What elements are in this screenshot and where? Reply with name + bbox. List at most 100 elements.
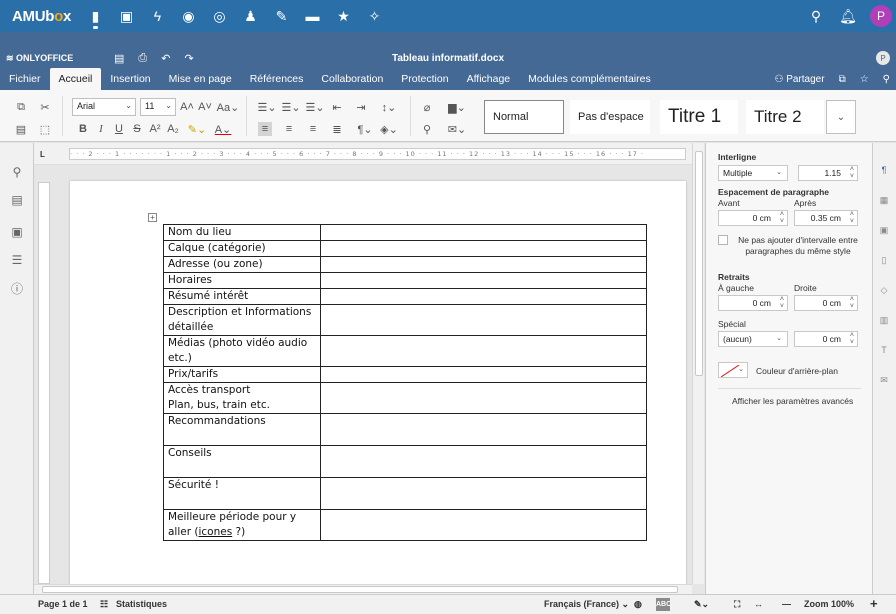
table-cell[interactable] xyxy=(320,335,647,367)
mail-merge-settings-icon[interactable]: ✉ xyxy=(877,373,891,387)
highlight-icon[interactable]: ✎⌄ xyxy=(186,122,208,136)
page-indicator[interactable]: Page 1 de 1 xyxy=(38,599,88,609)
table-cell[interactable] xyxy=(320,224,647,241)
search-doc-icon[interactable]: ⚲ xyxy=(883,74,890,85)
zoom-out-icon[interactable]: — xyxy=(782,599,791,609)
table-cell[interactable]: Nom du lieu xyxy=(163,224,321,241)
favorite-icon[interactable]: ☆ xyxy=(860,74,869,85)
vertical-scrollbar[interactable] xyxy=(692,143,704,584)
search-circle-icon[interactable]: ◎ xyxy=(204,0,235,32)
tab-accueil[interactable]: Accueil xyxy=(49,68,102,90)
table-cell[interactable]: Médias (photo vidéo audio etc.) xyxy=(163,335,321,367)
statistics-button[interactable]: Statistiques xyxy=(116,599,167,609)
tab-fichier[interactable]: Fichier xyxy=(0,68,50,90)
open-location-icon[interactable]: ⧉ xyxy=(839,74,846,85)
scroll-thumb[interactable] xyxy=(695,151,703,376)
increase-font-icon[interactable]: A˄ xyxy=(180,100,194,114)
files-icon[interactable]: ▮ xyxy=(80,0,111,32)
line-spacing-value[interactable]: 1.15 ˄ ˅ xyxy=(798,165,858,181)
image-settings-icon[interactable]: ▣ xyxy=(877,223,891,237)
table-cell[interactable]: Prix/tarifs xyxy=(163,366,321,383)
table-settings-icon[interactable]: ▦ xyxy=(877,193,891,207)
indent-right-field[interactable]: 0 cm ˄ ˅ xyxy=(794,295,858,311)
justify-icon[interactable]: ≣ xyxy=(330,122,344,136)
table-cell[interactable]: Sécurité ! xyxy=(163,477,321,510)
tab-protection[interactable]: Protection xyxy=(392,68,457,90)
tab-references[interactable]: Références xyxy=(241,68,313,90)
table-cell[interactable] xyxy=(320,288,647,305)
bold-icon[interactable]: B xyxy=(76,122,90,136)
comments-icon[interactable]: ▤ xyxy=(8,191,26,209)
table-cell[interactable] xyxy=(320,445,647,478)
style-normal[interactable]: Normal xyxy=(484,100,564,134)
spellcheck-icon[interactable]: ABC xyxy=(656,598,671,611)
underline-icon[interactable]: U xyxy=(112,122,126,136)
track-changes-icon[interactable]: ✎⌄ xyxy=(694,599,709,610)
copy-icon[interactable]: ⧉ xyxy=(14,100,28,114)
table-cell[interactable] xyxy=(320,477,647,510)
undo-icon[interactable]: ↶ xyxy=(161,52,170,65)
globe-icon[interactable]: ◍ xyxy=(634,599,642,610)
style-no-spacing[interactable]: Pas d'espace xyxy=(570,100,650,134)
font-name-select[interactable]: Arial ⌄ xyxy=(72,98,136,116)
tab-collaboration[interactable]: Collaboration xyxy=(312,68,392,90)
tab-insertion[interactable]: Insertion xyxy=(101,68,159,90)
style-title2[interactable]: Titre 2 xyxy=(746,100,824,134)
save-icon[interactable]: ▤ xyxy=(114,52,124,65)
info-icon[interactable]: ⓘ xyxy=(8,279,26,297)
document-page[interactable]: + Nom du lieu Calque (catégorie) Adresse… xyxy=(70,181,686,584)
decrease-indent-icon[interactable]: ⇤ xyxy=(330,100,344,114)
style-title1[interactable]: Titre 1 xyxy=(660,100,738,134)
table-cell[interactable] xyxy=(320,304,647,336)
table-cell[interactable]: Recommandations xyxy=(163,413,321,446)
edit-icon[interactable]: ✎ xyxy=(266,0,297,32)
language-select[interactable]: Français (France) ⌄ xyxy=(544,599,629,610)
line-spacing-icon[interactable]: ↕⌄ xyxy=(378,100,400,114)
table-cell[interactable] xyxy=(320,272,647,289)
cut-icon[interactable]: ✂ xyxy=(38,100,52,114)
table-cell[interactable]: Horaires xyxy=(163,272,321,289)
statistics-icon[interactable]: ☷ xyxy=(100,599,108,610)
horizontal-scrollbar[interactable] xyxy=(34,584,692,594)
paste-icon[interactable]: ▤ xyxy=(14,122,28,136)
scroll-thumb[interactable] xyxy=(42,586,678,593)
star-icon[interactable]: ★ xyxy=(328,0,359,32)
print-icon[interactable]: ⎙ xyxy=(138,52,147,65)
activity-icon[interactable]: ϟ xyxy=(142,0,173,32)
table-cell[interactable] xyxy=(320,366,647,383)
fit-width-icon[interactable]: ↔ xyxy=(754,599,763,609)
indent-left-field[interactable]: 0 cm ˄ ˅ xyxy=(718,295,788,311)
shape-settings-icon[interactable]: ◇ xyxy=(877,283,891,297)
amubox-logo[interactable]: AMUbox xyxy=(0,8,80,25)
table-cell[interactable]: Adresse (ou zone) xyxy=(163,256,321,273)
table-cell[interactable]: Meilleure période pour y aller (icones ?… xyxy=(163,509,321,541)
copy-style-icon[interactable]: ⚲ xyxy=(420,122,434,136)
chart-settings-icon[interactable]: ▥ xyxy=(877,313,891,327)
shading-icon[interactable]: ◈⌄ xyxy=(378,122,400,136)
table-cell[interactable] xyxy=(320,256,647,273)
numbering-icon[interactable]: ☰⌄ xyxy=(280,100,302,114)
bullets-icon[interactable]: ☰⌄ xyxy=(256,100,278,114)
table-cell[interactable]: Description et Informations détaillée xyxy=(163,304,321,336)
paragraph-marks-icon[interactable]: ¶⌄ xyxy=(354,122,376,136)
advanced-settings-link[interactable]: Afficher les paramètres avancés xyxy=(732,396,853,406)
paragraph-settings-icon[interactable]: ¶ xyxy=(877,163,891,177)
subscript-icon[interactable]: A₂ xyxy=(166,122,180,136)
change-case-icon[interactable]: Aa⌄ xyxy=(217,100,240,114)
align-left-icon[interactable]: ≡ xyxy=(258,122,272,136)
fit-page-icon[interactable]: ⛶ xyxy=(734,599,740,610)
avatar[interactable]: P xyxy=(870,5,892,27)
info-table[interactable]: Nom du lieu Calque (catégorie) Adresse (… xyxy=(163,224,647,541)
line-spacing-mode-select[interactable]: Multiple ⌄ xyxy=(718,165,788,181)
contacts-icon[interactable]: ♟ xyxy=(235,0,266,32)
navigation-icon[interactable]: ☰ xyxy=(8,251,26,269)
table-cell[interactable] xyxy=(320,509,647,541)
tab-modules[interactable]: Modules complémentaires xyxy=(519,68,660,90)
strikethrough-icon[interactable]: S xyxy=(130,122,144,136)
mail-merge-icon[interactable]: ✉⌄ xyxy=(446,122,468,136)
background-color-button[interactable]: ⌄ xyxy=(718,362,748,378)
textart-icon[interactable]: T xyxy=(877,343,891,357)
tab-affichage[interactable]: Affichage xyxy=(458,68,520,90)
table-cell[interactable] xyxy=(320,382,647,414)
tab-stop-selector[interactable]: L xyxy=(40,150,50,160)
